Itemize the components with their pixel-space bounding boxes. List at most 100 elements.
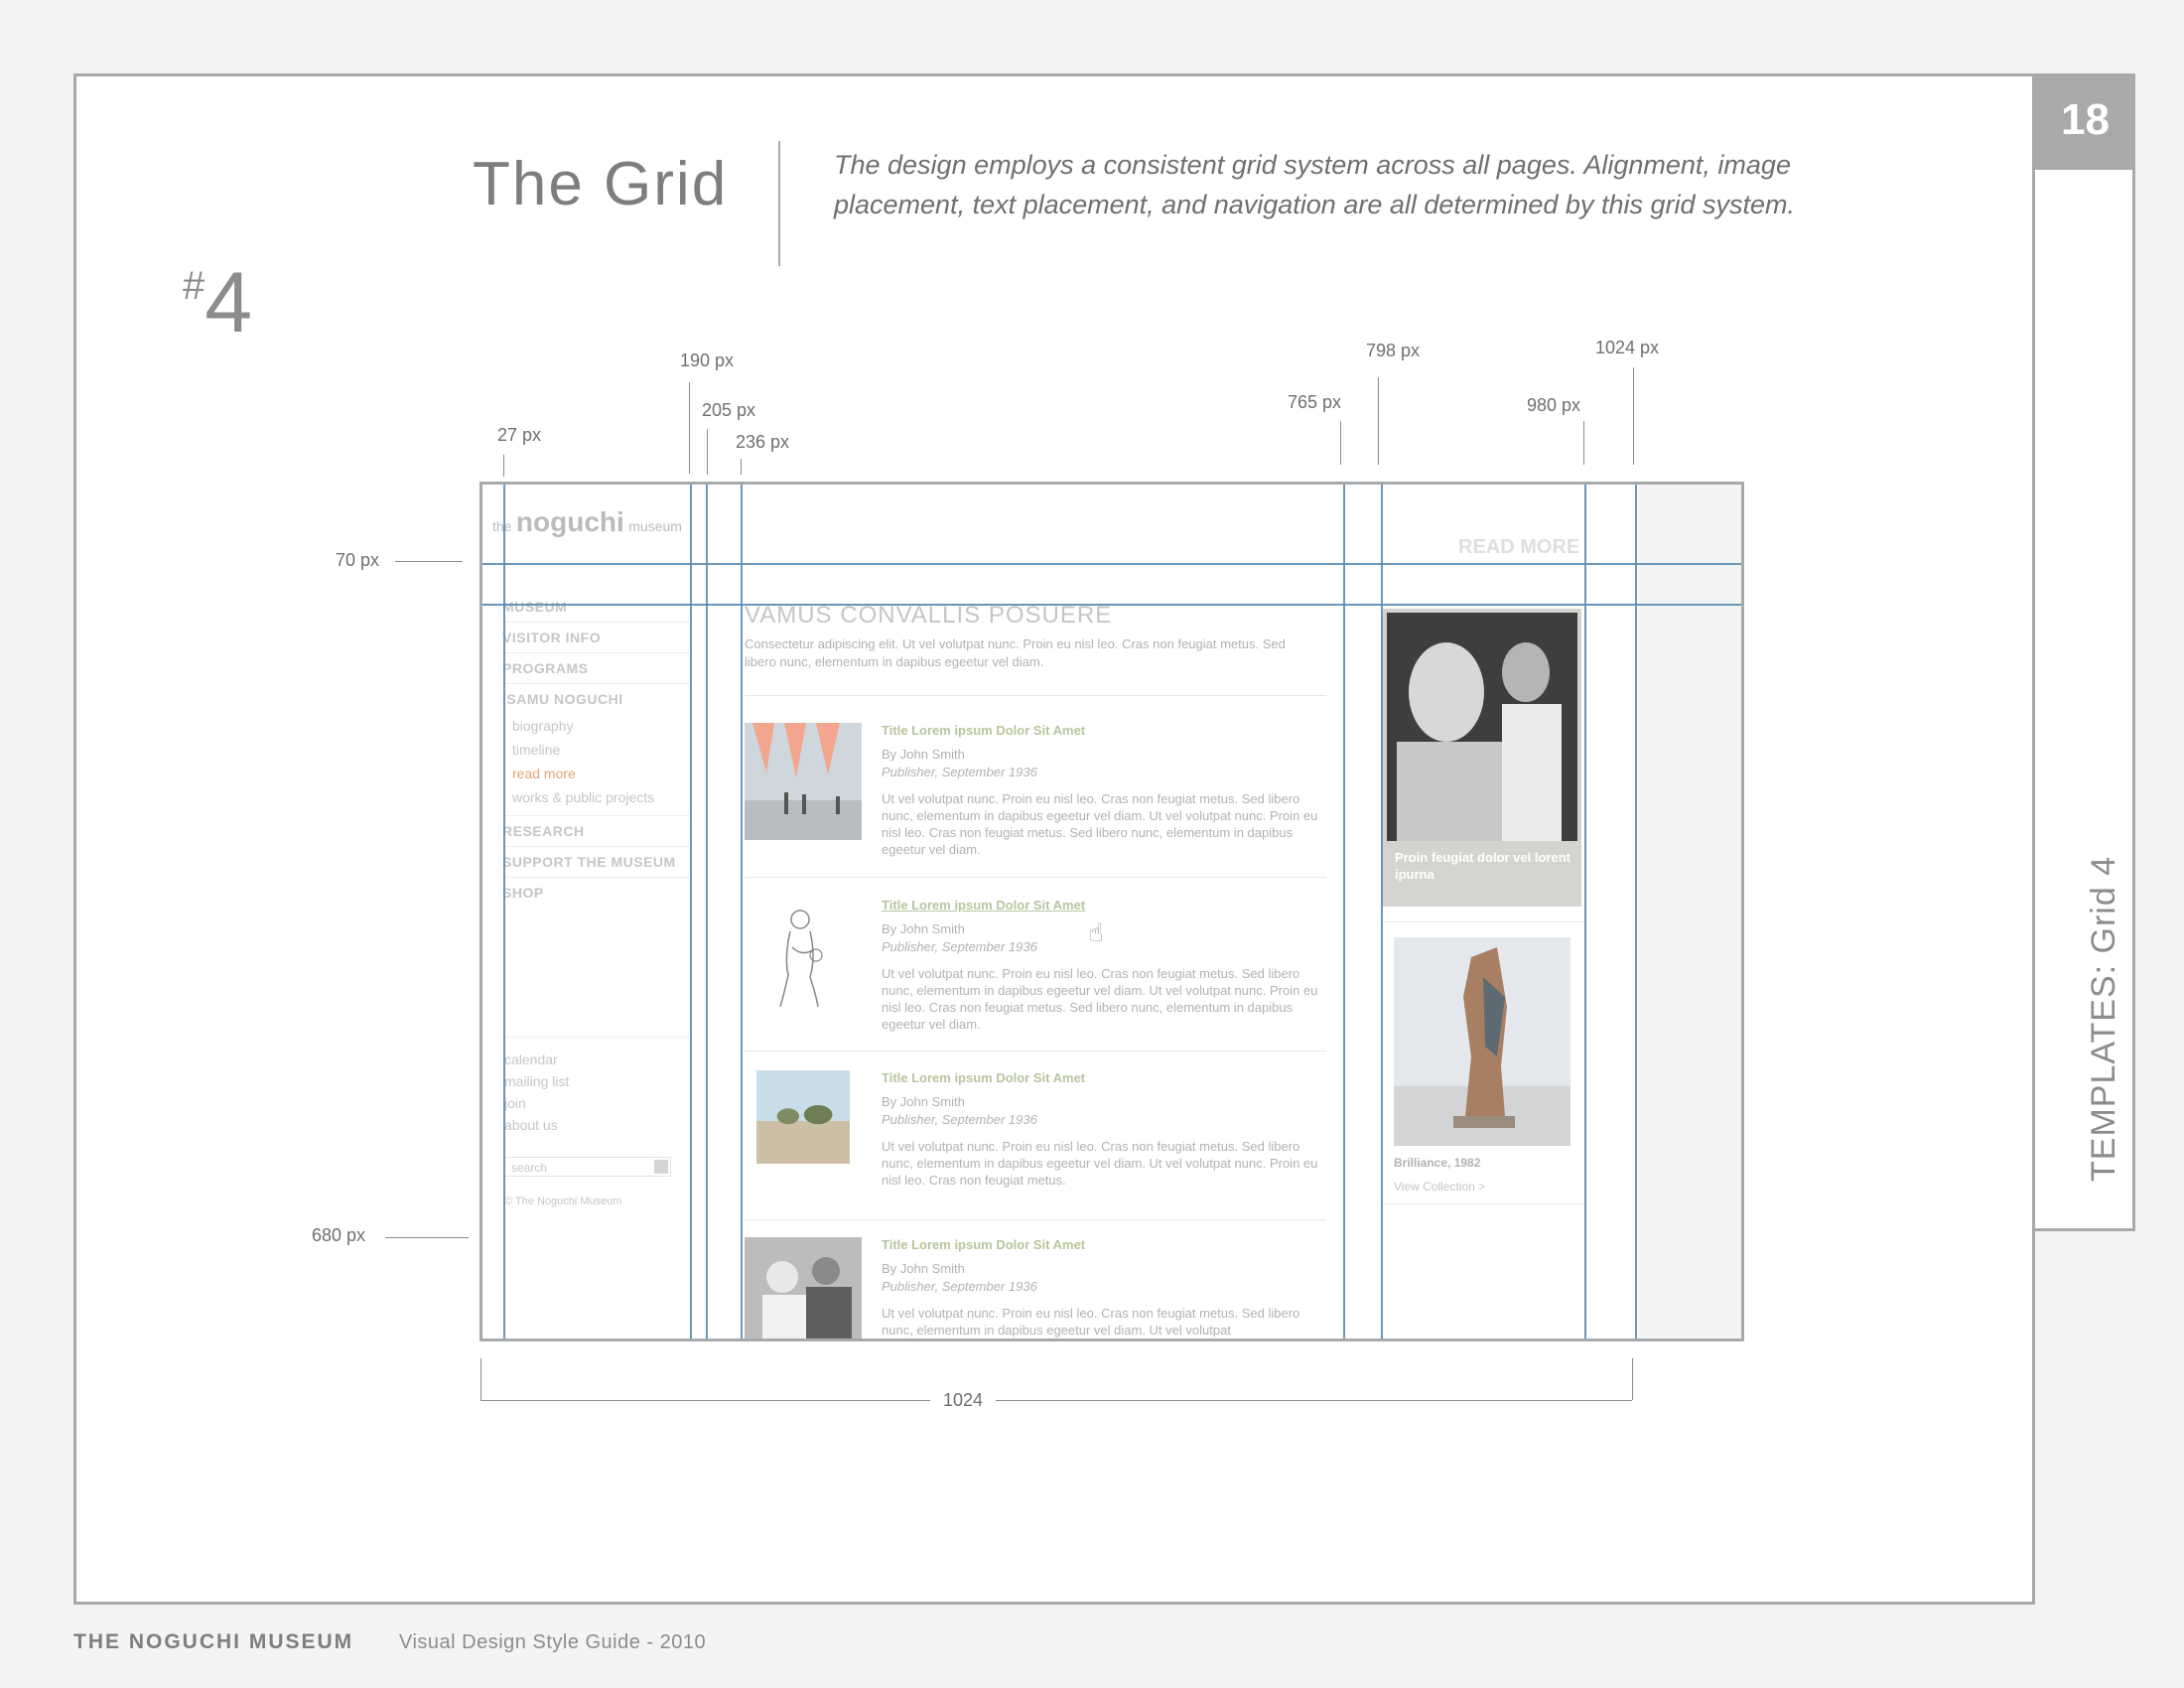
grid-line-980 [1584, 485, 1586, 1338]
util-about-us[interactable]: about us [504, 1114, 691, 1136]
main-heading: VAMUS CONVALLIS POSUERE [745, 602, 1113, 629]
util-calendar[interactable]: calendar [504, 1049, 691, 1070]
article-2-thumbnail [745, 898, 862, 1015]
nav-support[interactable]: SUPPORT THE MUSEUM [502, 847, 689, 878]
grid-line-27 [503, 485, 505, 1338]
nav-programs[interactable]: PROGRAMS [502, 653, 689, 684]
grid-line-205 [706, 485, 708, 1338]
nav-works[interactable]: works & public projects [502, 785, 689, 816]
nav-divider [502, 1037, 689, 1038]
nav-shop[interactable]: SHOP [502, 878, 689, 908]
tick-236 [741, 459, 742, 475]
grid-line-765 [1343, 485, 1345, 1338]
article-3-publisher: Publisher, September 1936 [882, 1112, 1037, 1127]
measure-width-total: 1024 [943, 1390, 984, 1410]
feature-card[interactable]: Proin feugiat dolor vel lorent ipurna [1383, 609, 1581, 907]
main-separator [745, 695, 1326, 696]
article-2-title[interactable]: Title Lorem ipsum Dolor Sit Amet [882, 898, 1318, 917]
article-4-author: By John Smith [882, 1261, 965, 1276]
width-bracket-line-left [480, 1400, 930, 1401]
article-4-body: Title Lorem ipsum Dolor Sit Amet By John… [882, 1237, 1318, 1338]
read-more-banner[interactable]: READ MORE [1458, 536, 1579, 559]
feature-photo [1387, 613, 1577, 841]
width-bracket-line-right [996, 1400, 1632, 1401]
measure-27: 27 px [497, 425, 542, 445]
htick-70 [395, 561, 463, 562]
page-number-tab: 18 [2035, 73, 2135, 167]
side-separator-2 [1383, 1203, 1585, 1204]
mockup-logo[interactable]: the noguchi museum [492, 506, 682, 538]
mockup-right-margin [1638, 485, 1741, 1338]
tick-765 [1340, 421, 1341, 465]
sculpture-caption: Brilliance, 1982 [1394, 1156, 1481, 1170]
measure-765: 765 px [1288, 392, 1342, 412]
grid-line-row-70 [482, 563, 1741, 565]
sculpture-photo[interactable] [1394, 937, 1570, 1146]
article-3-text: Ut vel volutpat nunc. Proin eu nisl leo.… [882, 1139, 1318, 1188]
nav-biography[interactable]: biography [502, 714, 689, 738]
grid-line-190 [690, 485, 692, 1338]
article-4-thumbnail [745, 1237, 862, 1338]
grid-line-1024 [1635, 485, 1637, 1338]
width-bracket-left [480, 1358, 481, 1400]
page-number: 18 [2061, 95, 2110, 144]
width-bracket-right [1632, 1358, 1633, 1400]
htick-680 [385, 1237, 469, 1238]
footer-subtitle: Visual Design Style Guide - 2010 [399, 1631, 707, 1653]
mockup-nav: MUSEUM VISITOR INFO PROGRAMS ISAMU NOGUC… [502, 592, 689, 908]
section-number: #4 [183, 254, 252, 352]
nav-museum[interactable]: MUSEUM [502, 592, 689, 623]
nav-isamu-noguchi[interactable]: ISAMU NOGUCHI [502, 684, 689, 714]
article-3-thumbnail [756, 1070, 850, 1164]
grid-line-236 [741, 485, 743, 1338]
title-divider [778, 141, 780, 266]
section-hash: # [183, 264, 205, 308]
article-separator-1 [745, 877, 1326, 878]
hand-cursor-icon: ☝ [1088, 917, 1104, 947]
grid-line-798 [1381, 485, 1383, 1338]
nav-timeline[interactable]: timeline [502, 738, 689, 762]
article-separator-2 [745, 1051, 1326, 1052]
article-separator-3 [745, 1219, 1326, 1220]
tick-190 [689, 382, 690, 474]
footer-brand: THE NOGUCHI MUSEUM [73, 1630, 354, 1653]
tick-27 [503, 455, 504, 477]
article-3-title[interactable]: Title Lorem ipsum Dolor Sit Amet [882, 1070, 1318, 1090]
intro-text: The design employs a consistent grid sys… [834, 150, 1796, 219]
tick-1024 [1633, 367, 1634, 465]
logo-name: noguchi [515, 506, 624, 537]
search-input[interactable]: search [504, 1157, 671, 1177]
nav-visitor-info[interactable]: VISITOR INFO [502, 623, 689, 653]
utility-links: calendar mailing list join about us [504, 1049, 691, 1136]
measure-1024: 1024 px [1595, 338, 1660, 357]
nav-research[interactable]: RESEARCH [502, 816, 689, 847]
measure-70: 70 px [336, 550, 380, 570]
measure-680: 680 px [312, 1225, 366, 1245]
main-subtext: Consectetur adipiscing elit. Ut vel volu… [745, 636, 1286, 669]
article-1-title[interactable]: Title Lorem ipsum Dolor Sit Amet [882, 723, 1318, 743]
feature-caption: Proin feugiat dolor vel lorent ipurna [1395, 850, 1570, 882]
tick-205 [707, 429, 708, 475]
article-1-thumbnail [745, 723, 862, 840]
tick-980 [1583, 421, 1584, 465]
article-4-publisher: Publisher, September 1936 [882, 1279, 1037, 1294]
util-mailing-list[interactable]: mailing list [504, 1070, 691, 1092]
util-join[interactable]: join [504, 1092, 691, 1114]
view-collection-link[interactable]: View Collection > [1394, 1180, 1485, 1194]
article-1-text: Ut vel volutpat nunc. Proin eu nisl leo.… [882, 791, 1318, 857]
article-4-title[interactable]: Title Lorem ipsum Dolor Sit Amet [882, 1237, 1318, 1257]
page-title: The Grid [473, 150, 729, 218]
article-3: Title Lorem ipsum Dolor Sit Amet By John… [745, 1070, 1326, 1235]
grid-line-row-content [482, 604, 1741, 606]
article-1-author: By John Smith [882, 747, 965, 762]
article-3-author: By John Smith [882, 1094, 965, 1109]
section-tab-label: TEMPLATES: Grid 4 [2085, 855, 2122, 1182]
tick-798 [1378, 377, 1379, 465]
article-2-text: Ut vel volutpat nunc. Proin eu nisl leo.… [882, 966, 1318, 1032]
side-separator-1 [1383, 921, 1585, 922]
search-go-icon[interactable] [654, 1160, 668, 1174]
measure-236: 236 px [736, 432, 790, 452]
article-4: Title Lorem ipsum Dolor Sit Amet By John… [745, 1237, 1326, 1338]
nav-read-more[interactable]: read more [502, 762, 689, 785]
article-4-text: Ut vel volutpat nunc. Proin eu nisl leo.… [882, 1306, 1300, 1337]
